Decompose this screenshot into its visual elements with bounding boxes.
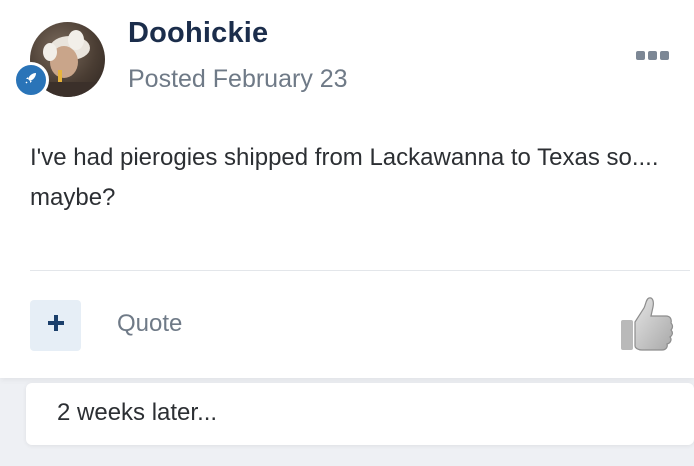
more-options-button[interactable] [636,48,670,62]
plus-icon [46,313,66,338]
rocket-icon [23,70,39,91]
time-gap-notice: 2 weeks later... [26,383,694,445]
like-button[interactable] [618,294,674,354]
post-body: I've had pierogies shipped from Lackawan… [30,144,659,211]
author-name[interactable]: Doohickie [128,17,268,50]
divider [30,270,690,271]
post-date[interactable]: Posted February 23 [128,65,348,94]
ellipsis-icon [636,50,645,60]
thumbs-up-icon [618,297,674,358]
post-card: Doohickie Posted February 23 I've had pi… [0,0,694,378]
time-gap-text: 2 weeks later... [57,399,218,426]
rank-badge [13,62,49,98]
quote-button[interactable]: Quote [117,310,182,338]
multiquote-button[interactable] [30,300,81,351]
